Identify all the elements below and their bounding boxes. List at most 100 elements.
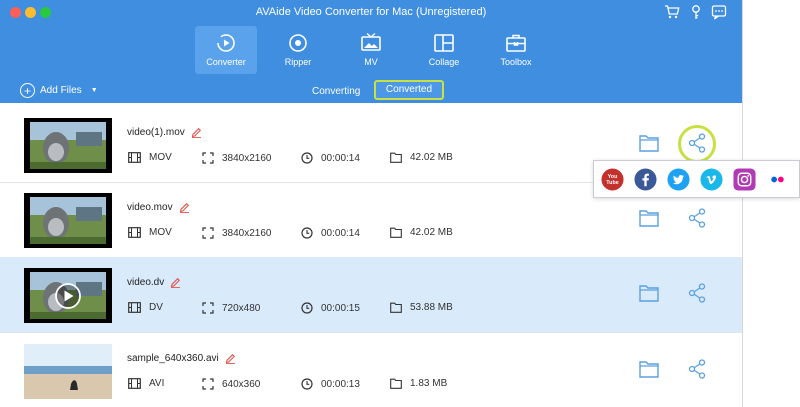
tab-collage[interactable]: Collage [413,26,475,74]
resolution-text: 3840x2160 [222,227,272,239]
duration-text: 00:00:13 [321,378,360,390]
file-name-text: video(1).mov [127,127,185,138]
thumbnail[interactable] [24,193,112,248]
tab-label: Ripper [284,57,312,67]
file-format: AVI [128,378,164,389]
thumbnail[interactable] [24,118,112,173]
resolution-icon [202,227,214,239]
file-name-text: video.dv [127,277,165,288]
collage-icon [434,34,454,52]
tab-label: Converter [206,57,246,67]
file-name: video.mov [127,202,190,213]
file-duration: 00:00:14 [301,227,360,239]
instagram-icon[interactable] [733,168,756,191]
format-icon [128,152,141,163]
cart-icon[interactable] [664,4,680,20]
file-size: 53.88 MB [390,302,453,313]
file-resolution: 3840x2160 [202,152,272,164]
duration-text: 00:00:14 [321,227,360,239]
vimeo-icon[interactable] [700,168,723,191]
svg-text:Tube: Tube [606,180,618,186]
file-row[interactable]: sample_640x360.avi AVI 640x360 00:00:13 1.83… [0,333,742,407]
add-files-button[interactable]: + Add Files ▼ [20,83,98,98]
share-icon[interactable] [688,283,706,303]
tab-converter[interactable]: Converter [195,26,257,74]
folder-size-icon [390,302,402,313]
sub-toolbar: + Add Files ▼ Converting Converted [0,77,742,103]
format-text: DV [149,302,163,313]
file-size: 42.02 MB [390,227,453,238]
size-text: 42.02 MB [410,227,453,238]
resolution-icon [202,302,214,314]
flickr-icon[interactable] [766,168,789,191]
format-text: MOV [149,152,172,163]
file-duration: 00:00:13 [301,378,360,390]
file-duration: 00:00:15 [301,302,360,314]
file-format: DV [128,302,163,313]
feedback-icon[interactable] [711,4,727,20]
thumbnail[interactable] [24,268,112,323]
file-name-text: sample_640x360.avi [127,353,219,364]
tab-label: Collage [428,57,460,67]
duration-text: 00:00:14 [321,152,360,164]
folder-size-icon [390,227,402,238]
share-highlight-ring [678,125,716,163]
file-resolution: 640x360 [202,378,260,390]
open-folder-icon[interactable] [639,284,659,302]
header: AVAide Video Converter for Mac (Unregist… [0,0,742,103]
folder-size-icon [390,152,402,163]
video-thumbnail [24,268,112,323]
folder-size-icon [390,378,402,389]
tab-ripper[interactable]: Ripper [267,26,329,74]
window-title: AVAide Video Converter for Mac (Unregist… [255,6,487,18]
youtube-icon[interactable]: You Tube [601,168,624,191]
tab-converted[interactable]: Converted [374,80,444,100]
video-thumbnail [24,193,112,248]
tab-label: MV [364,57,378,67]
file-name-text: video.mov [127,202,173,213]
clock-icon [301,152,313,164]
chevron-down-icon[interactable]: ▼ [91,87,98,94]
file-size: 1.83 MB [390,378,447,389]
key-icon[interactable] [688,4,704,20]
tab-toolbox[interactable]: Toolbox [485,26,547,74]
file-name: video(1).mov [127,127,202,138]
twitter-icon[interactable] [667,168,690,191]
size-text: 42.02 MB [410,152,453,163]
video-thumbnail [24,118,112,173]
mv-icon [361,32,381,51]
clock-icon [301,378,313,390]
resolution-icon [202,152,214,164]
format-icon [128,378,141,389]
edit-icon[interactable] [191,127,202,138]
add-files-label: Add Files [40,85,82,96]
resolution-text: 720x480 [222,302,261,314]
resolution-text: 3840x2160 [222,152,272,164]
disc-icon [289,34,307,52]
size-text: 1.83 MB [410,378,448,389]
toolbox-icon [506,34,526,52]
background-area [742,0,800,407]
size-text: 53.88 MB [410,302,453,313]
edit-icon[interactable] [170,277,181,288]
edit-icon[interactable] [179,202,190,213]
file-resolution: 720x480 [202,302,260,314]
file-name: video.dv [127,277,181,288]
tab-mv[interactable]: MV [340,26,402,74]
share-icon[interactable] [688,359,706,379]
format-text: AVI [149,378,165,389]
format-icon [128,302,141,313]
tab-converting[interactable]: Converting [312,86,360,97]
thumbnail[interactable] [24,344,112,399]
file-row[interactable]: video.dv DV 720x480 00:00:15 53.88 MB [0,257,742,333]
plus-icon: + [20,83,35,98]
open-folder-icon[interactable] [639,134,659,152]
edit-icon[interactable] [225,353,236,364]
open-folder-icon[interactable] [639,209,659,227]
resolution-icon [202,378,214,390]
share-icon[interactable] [688,208,706,228]
open-folder-icon[interactable] [639,360,659,378]
file-format: MOV [128,227,172,238]
facebook-icon[interactable] [634,168,657,191]
video-thumbnail [24,344,112,399]
